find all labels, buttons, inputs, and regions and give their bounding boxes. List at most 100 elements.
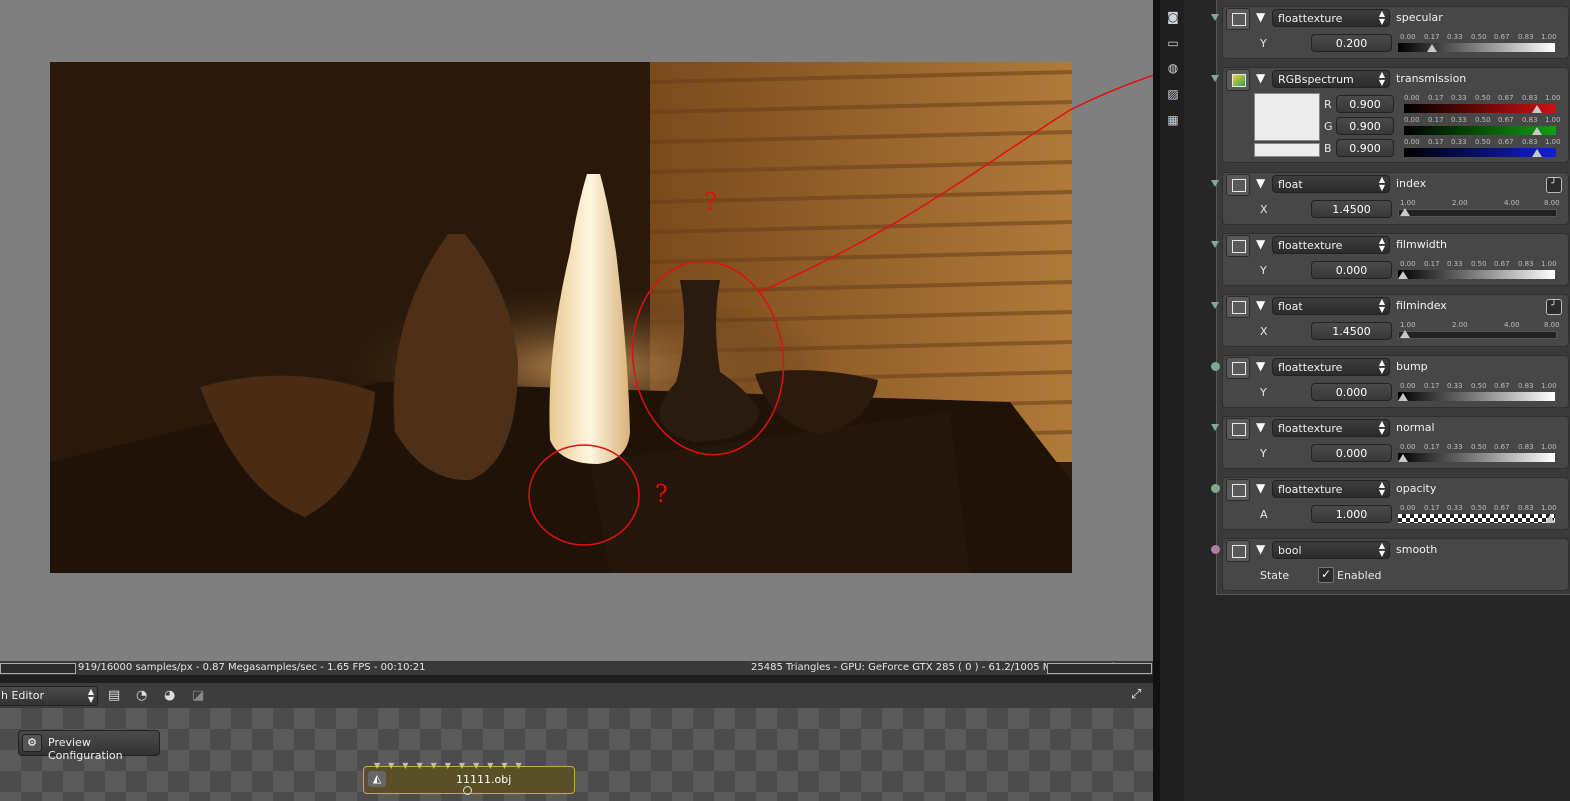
smooth-checkbox[interactable]: ✓ (1318, 567, 1334, 583)
filmindex-value-field[interactable]: 1.4500 (1311, 322, 1392, 340)
collapse-triangle-icon[interactable]: ▼ (1256, 542, 1265, 556)
transmission-type-select[interactable]: RGBspectrum ▲ ▼ (1272, 70, 1390, 88)
camera-icon[interactable]: ◙ (1166, 10, 1180, 24)
world-icon[interactable]: ◍ (1166, 61, 1180, 75)
curve-node-icon[interactable] (1226, 296, 1250, 318)
slider-tick-label: 0.67 (1494, 382, 1510, 390)
socket-circle-icon[interactable] (1211, 545, 1220, 554)
color-swatch[interactable] (1254, 93, 1320, 141)
texture-node-icon[interactable] (1226, 479, 1250, 501)
normal-value-field[interactable]: 0.000 (1311, 444, 1392, 462)
slider-marker[interactable] (1398, 454, 1408, 462)
channel-g-value-field[interactable]: 0.900 (1336, 117, 1394, 135)
socket-triangle-icon[interactable] (1211, 180, 1219, 187)
node-editor-canvas[interactable]: ⚙ Preview Configuration ◭ 11111.obj ▼▼▼▼… (0, 708, 1153, 801)
socket-circle-icon[interactable] (1211, 484, 1220, 493)
bump-label: bump (1396, 360, 1428, 373)
texture-node-icon[interactable] (1226, 8, 1250, 30)
rgb-node-icon[interactable] (1226, 69, 1250, 91)
slider-marker[interactable] (1398, 271, 1408, 279)
index-value-field[interactable]: 1.4500 (1311, 200, 1392, 218)
bool-node-icon[interactable] (1226, 540, 1250, 562)
slider-marker[interactable] (1427, 44, 1437, 52)
filmindex-type-select[interactable]: float ▲ ▼ (1272, 297, 1390, 315)
channel-b-slider[interactable] (1404, 148, 1556, 157)
node-tool-icon[interactable]: ◪ (192, 688, 210, 704)
slider-tick-label: 1.00 (1400, 199, 1416, 207)
channel-r-value-field[interactable]: 0.900 (1336, 95, 1394, 113)
texture-icon[interactable]: ▦ (1166, 113, 1180, 127)
texture-node-icon[interactable] (1226, 235, 1250, 257)
slider-marker[interactable] (1400, 330, 1410, 338)
channel-g-slider[interactable] (1404, 126, 1556, 135)
collapse-triangle-icon[interactable]: ▼ (1256, 481, 1265, 495)
specular-type-select[interactable]: floattexture ▲ ▼ (1272, 9, 1390, 27)
filmwidth-type-select[interactable]: floattexture ▲ ▼ (1272, 236, 1390, 254)
channel-b-value-field[interactable]: 0.900 (1336, 139, 1394, 157)
slider-marker[interactable] (1532, 127, 1542, 135)
preview-configuration-button[interactable]: ⚙ Preview Configuration (18, 730, 160, 762)
slider-tick-label: 0.50 (1475, 116, 1491, 124)
channel-r-slider[interactable] (1404, 104, 1556, 113)
bump-type-select[interactable]: floattexture ▲ ▼ (1272, 358, 1390, 376)
slider-tick-label: 0.00 (1404, 116, 1420, 124)
socket-triangle-icon[interactable] (1211, 75, 1219, 82)
editor-type-select[interactable]: h Editor ▲ ▼ (0, 686, 98, 706)
slider-tick-label: 0.00 (1400, 504, 1416, 512)
slider-marker[interactable] (1532, 149, 1542, 157)
slider-marker[interactable] (1545, 515, 1555, 523)
clipboard-icon[interactable]: ▤ (108, 688, 126, 704)
slider-tick-label: 0.67 (1494, 260, 1510, 268)
socket-triangle-icon[interactable] (1211, 302, 1219, 309)
slider-marker[interactable] (1400, 208, 1410, 216)
curve-toggle-icon[interactable]: ╯ (1546, 299, 1562, 315)
layers-icon[interactable]: ▭ (1166, 36, 1180, 50)
index-type-select[interactable]: float ▲ ▼ (1272, 175, 1390, 193)
collapse-triangle-icon[interactable]: ▼ (1256, 10, 1265, 24)
index-slider[interactable] (1398, 208, 1557, 217)
collapse-triangle-icon[interactable]: ▼ (1256, 71, 1265, 85)
slider-tick-label: 0.67 (1494, 33, 1510, 41)
collapse-triangle-icon[interactable]: ▼ (1256, 237, 1265, 251)
texture-node-icon[interactable] (1226, 357, 1250, 379)
material-icon[interactable]: ◔ (136, 688, 154, 704)
normal-type-select[interactable]: floattexture ▲ ▼ (1272, 419, 1390, 437)
bump-axis-label: Y (1260, 386, 1267, 399)
curve-node-icon[interactable] (1226, 174, 1250, 196)
maximize-icon[interactable]: ⤢ (1131, 687, 1149, 703)
socket-triangle-icon[interactable] (1211, 424, 1219, 431)
texture-node-icon[interactable] (1226, 418, 1250, 440)
specular-axis-label: Y (1260, 37, 1267, 50)
filmindex-slider[interactable] (1398, 330, 1557, 339)
socket-circle-icon[interactable] (1211, 362, 1220, 371)
filmwidth-slider[interactable] (1398, 270, 1555, 279)
slider-marker[interactable] (1398, 393, 1408, 401)
socket-triangle-icon[interactable] (1211, 14, 1219, 21)
slider-tick-label: 0.50 (1471, 382, 1487, 390)
slider-tick-label: 0.83 (1518, 382, 1534, 390)
image-icon[interactable]: ▨ (1166, 87, 1180, 101)
object-node[interactable]: ◭ 11111.obj ▼▼▼▼▼▼▼▼▼▼▼ (363, 761, 575, 795)
slider-tick-label: 0.50 (1471, 504, 1487, 512)
opacity-type-select[interactable]: floattexture ▲ ▼ (1272, 480, 1390, 498)
collapse-triangle-icon[interactable]: ▼ (1256, 298, 1265, 312)
collapse-triangle-icon[interactable]: ▼ (1256, 359, 1265, 373)
slider-marker[interactable] (1532, 105, 1542, 113)
output-socket[interactable] (463, 786, 472, 795)
smooth-type-select[interactable]: bool ▲ ▼ (1272, 541, 1390, 559)
area-divider[interactable] (1153, 0, 1160, 801)
filmwidth-value-field[interactable]: 0.000 (1311, 261, 1392, 279)
bump-slider[interactable] (1398, 392, 1555, 401)
sphere-icon[interactable]: ◕ (164, 688, 182, 704)
bump-value-field[interactable]: 0.000 (1311, 383, 1392, 401)
specular-slider[interactable] (1398, 43, 1555, 52)
collapse-triangle-icon[interactable]: ▼ (1256, 420, 1265, 434)
opacity-value-field[interactable]: 1.000 (1311, 505, 1392, 523)
curve-toggle-icon[interactable]: ╯ (1546, 177, 1562, 193)
color-swatch-bar[interactable] (1254, 143, 1320, 157)
collapse-triangle-icon[interactable]: ▼ (1256, 176, 1265, 190)
opacity-slider[interactable] (1398, 514, 1555, 523)
specular-value-field[interactable]: 0.200 (1311, 34, 1392, 52)
normal-slider[interactable] (1398, 453, 1555, 462)
socket-triangle-icon[interactable] (1211, 241, 1219, 248)
